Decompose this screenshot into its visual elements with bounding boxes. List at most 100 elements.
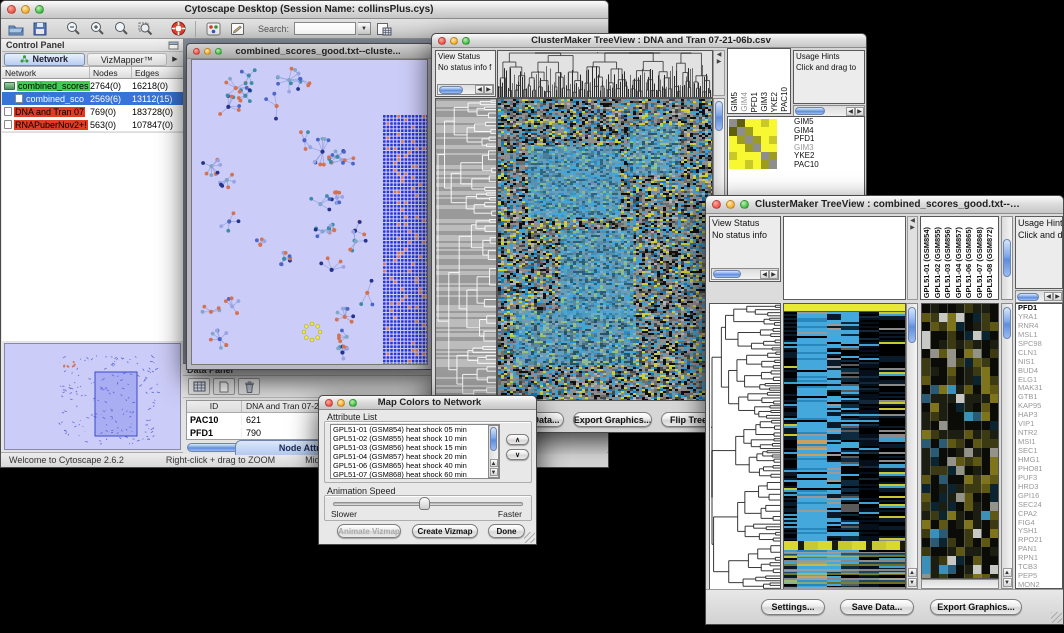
network-table-row[interactable]: combined_sco 2569(6) 13112(15) <box>2 92 183 105</box>
tv2-column-label[interactable]: GPL51-08 (GSM872) <box>986 227 994 298</box>
move-down-button[interactable]: ∨ <box>506 449 529 460</box>
create-vizmap-button[interactable]: Create Vizmap <box>412 524 478 538</box>
tv1-zoom-heatmap[interactable] <box>729 119 777 169</box>
attribute-list-item[interactable]: GPL51-04 (GSM857) heat shock 20 min <box>331 452 499 461</box>
close-icon[interactable] <box>438 37 446 45</box>
treeview1-titlebar[interactable]: ClusterMaker TreeView : DNA and Tran 07-… <box>432 34 866 48</box>
settings-button[interactable]: Settings... <box>761 599 825 615</box>
treeview2-titlebar[interactable]: ClusterMaker TreeView : combined_scores_… <box>706 196 1063 214</box>
zoom-window-icon[interactable] <box>35 5 44 14</box>
minimize-icon[interactable] <box>450 37 458 45</box>
minimize-icon[interactable] <box>21 5 30 14</box>
save-icon[interactable] <box>29 20 51 38</box>
animation-speed-slider-thumb[interactable] <box>419 497 430 510</box>
tv1-column-label[interactable]: GIM5 <box>731 92 739 112</box>
zoom-fit-icon[interactable] <box>135 20 157 38</box>
attribute-list-item[interactable]: GPL51-02 (GSM855) heat shock 10 min <box>331 434 499 443</box>
tv1-column-label[interactable]: GIM4 <box>741 92 749 112</box>
tv1-column-label[interactable]: PAC10 <box>781 87 789 112</box>
tv1-row-dendrogram[interactable] <box>435 98 497 401</box>
tv2-view-status-hscrollbar[interactable]: ◀▶ <box>711 268 779 280</box>
tv2-zoom-heatmap[interactable] <box>921 303 999 579</box>
tabs-more-icon[interactable]: ▶ <box>169 55 181 63</box>
save-data-button[interactable]: Save Data... <box>840 599 914 615</box>
zoom-window-icon[interactable] <box>462 37 470 45</box>
network-tree-empty-area[interactable] <box>2 132 183 341</box>
tv1-view-status-hscrollbar[interactable]: ◀▶ <box>437 84 494 95</box>
open-folder-icon[interactable] <box>5 20 27 38</box>
minimize-icon[interactable] <box>204 48 211 55</box>
status-welcome: Welcome to Cytoscape 2.6.2 <box>9 455 124 465</box>
delete-attribute-button[interactable] <box>238 378 260 395</box>
tv1-column-label[interactable]: YKE2 <box>771 92 779 112</box>
tv2-column-label[interactable]: GPL51-02 (GSM855) <box>934 227 942 298</box>
attribute-list-item[interactable]: GPL51-06 (GSM865) heat shock 40 min <box>331 461 499 470</box>
attribute-list-item[interactable]: GPL51-03 (GSM856) heat shock 15 min <box>331 443 499 452</box>
tv1-export-graphics-button[interactable]: Export Graphics... <box>573 412 652 427</box>
zoom-in-icon[interactable] <box>87 20 109 38</box>
export-graphics-button[interactable]: Export Graphics... <box>930 599 1022 615</box>
zoom-out-icon[interactable] <box>63 20 85 38</box>
tv1-row-label[interactable]: PAC10 <box>794 161 819 170</box>
search-input[interactable] <box>294 22 356 35</box>
network-overview-panel[interactable] <box>4 343 181 450</box>
network-table-row[interactable]: combined_scores 2764(0) 16218(0) <box>2 79 183 92</box>
tv2-column-label[interactable]: GPL51-01 (GSM854) <box>923 227 931 298</box>
tv2-column-dendrogram[interactable] <box>783 216 906 300</box>
tv1-column-label[interactable]: GIM3 <box>761 92 769 112</box>
zoom-window-icon[interactable] <box>349 399 357 407</box>
network-table-row[interactable]: RNAPuberNov2+! 563(0) 107847(0) <box>2 118 183 131</box>
network-tab-icon <box>20 55 29 63</box>
gene-label[interactable]: MON2 <box>1018 581 1062 589</box>
network-table-row[interactable]: DNA and Tran 07 769(0) 183728(0) <box>2 105 183 118</box>
network-view-titlebar[interactable]: combined_scores_good.txt--cluste... <box>187 44 432 59</box>
attribute-list-item[interactable]: GPL51-01 (GSM854) heat shock 05 min <box>331 425 499 434</box>
resize-grip[interactable] <box>524 532 535 543</box>
attribute-list-vscrollbar[interactable]: ▲▼ <box>488 425 499 478</box>
tv2-heatmap-vscrollbar[interactable]: ▲▼ <box>906 303 918 589</box>
float-panel-icon[interactable] <box>168 41 179 50</box>
tv2-column-label[interactable]: GPL51-03 (GSM856) <box>944 227 952 298</box>
tv2-zoom-vscrollbar[interactable]: ▲▼ <box>1001 303 1013 589</box>
tv2-row-dendrogram[interactable] <box>709 303 781 591</box>
zoom-selected-icon[interactable] <box>111 20 133 38</box>
new-attribute-button[interactable] <box>213 378 235 395</box>
minimize-icon[interactable] <box>726 200 735 209</box>
close-icon[interactable] <box>325 399 333 407</box>
main-titlebar[interactable]: Cytoscape Desktop (Session Name: collins… <box>1 1 608 19</box>
zoom-window-icon[interactable] <box>215 48 222 55</box>
attribute-list[interactable]: GPL51-01 (GSM854) heat shock 05 minGPL51… <box>330 424 500 479</box>
network-name: combined_sco <box>25 94 85 104</box>
tv2-header-vscrollbar[interactable] <box>1001 216 1013 300</box>
help-lifesaver-icon[interactable] <box>167 20 189 38</box>
tv1-column-label[interactable]: PFD1 <box>751 92 759 112</box>
network-table-header[interactable]: Network Nodes Edges <box>2 67 183 79</box>
tv2-column-label[interactable]: GPL51-07 (GSM868) <box>976 227 984 298</box>
import-table-icon[interactable] <box>373 20 395 38</box>
vizmapper-icon[interactable] <box>202 20 224 38</box>
done-button[interactable]: Done <box>488 524 525 538</box>
tv1-column-dendrogram[interactable] <box>497 50 713 98</box>
attribute-list-item[interactable]: GPL51-07 (GSM868) heat shock 60 min <box>331 470 499 479</box>
select-attributes-button[interactable] <box>188 378 210 395</box>
tab-network[interactable]: Network <box>4 53 85 66</box>
tab-vizmapper[interactable]: VizMapper™ <box>87 53 168 66</box>
tv2-zoom-hscrollbar[interactable] <box>921 579 999 589</box>
close-icon[interactable] <box>7 5 16 14</box>
map-colors-titlebar[interactable]: Map Colors to Network <box>319 396 536 410</box>
tv2-column-label[interactable]: GPL51-04 (GSM857) <box>955 227 963 298</box>
zoom-window-icon[interactable] <box>740 200 749 209</box>
close-icon[interactable] <box>712 200 721 209</box>
tv1-splitter-arrows[interactable]: ◀▶ <box>713 50 725 96</box>
tv2-usage-hints-hscrollbar[interactable]: ◀▶ <box>1015 290 1063 303</box>
search-dropdown-icon[interactable]: ▼ <box>358 22 371 35</box>
close-icon[interactable] <box>193 48 200 55</box>
move-up-button[interactable]: ∧ <box>506 434 529 445</box>
resize-grip[interactable] <box>1051 612 1062 623</box>
tv2-column-label[interactable]: GPL51-06 (GSM865) <box>965 227 973 298</box>
tv2-splitter-arrows[interactable]: ◀▶ <box>907 216 918 300</box>
animate-vizmap-button[interactable]: Animate Vizmap <box>337 524 401 538</box>
network-canvas[interactable] <box>191 59 428 365</box>
annotation-icon[interactable] <box>226 20 248 38</box>
minimize-icon[interactable] <box>337 399 345 407</box>
